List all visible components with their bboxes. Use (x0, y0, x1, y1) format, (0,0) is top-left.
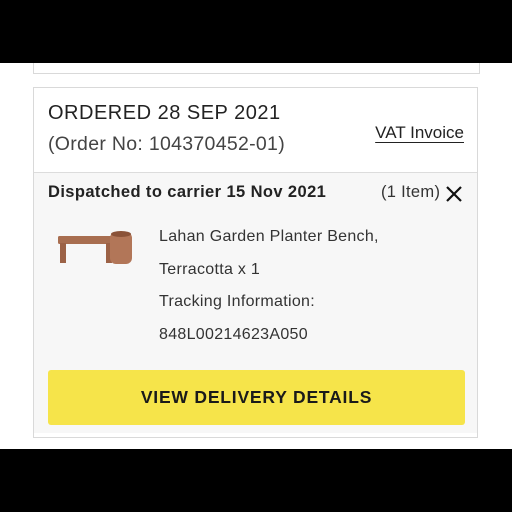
order-number: (Order No: 104370452-01) (48, 133, 286, 155)
previous-order-card (33, 63, 480, 74)
tracking-number: 848L00214623A050 (159, 325, 308, 343)
order-header: ORDERED 28 SEP 2021 (Order No: 104370452… (34, 88, 477, 172)
product-name: Lahan Garden Planter Bench, (159, 228, 379, 245)
item-count: (1 Item) (381, 183, 441, 201)
order-card: ORDERED 28 SEP 2021 (Order No: 104370452… (33, 87, 478, 438)
view-delivery-details-button[interactable]: VIEW DELIVERY DETAILS (48, 370, 465, 425)
dispatch-status: Dispatched to carrier 15 Nov 2021 (48, 183, 327, 201)
product-thumbnail[interactable] (54, 228, 136, 268)
product-variant-qty: Terracotta x 1 (159, 260, 261, 278)
close-icon[interactable] (444, 184, 464, 204)
ordered-date: ORDERED 28 SEP 2021 (48, 102, 281, 124)
product-details: Lahan Garden Planter Bench, Terracotta x… (159, 221, 379, 351)
tracking-label: Tracking Information: (159, 293, 315, 310)
shipment-section: Dispatched to carrier 15 Nov 2021 (1 Ite… (34, 173, 477, 433)
order-history-screen: ORDERED 28 SEP 2021 (Order No: 104370452… (0, 63, 512, 449)
vat-invoice-link[interactable]: VAT Invoice (375, 123, 464, 143)
